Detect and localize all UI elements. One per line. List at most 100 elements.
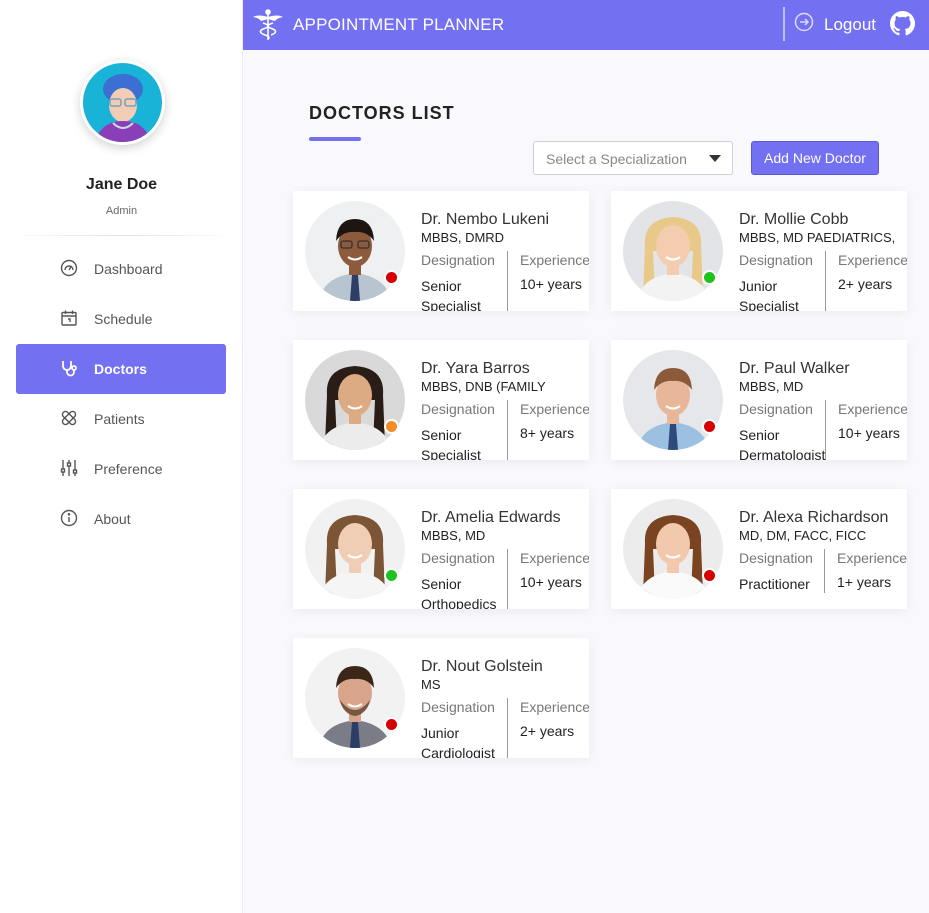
user-avatar-image [83, 63, 162, 142]
sidebar-item-patients[interactable]: Patients [16, 394, 226, 444]
availability-status-dot [384, 568, 399, 583]
card-divider [824, 549, 825, 593]
doctor-card[interactable]: Dr. Alexa Richardson MD, DM, FACC, FICC … [611, 489, 907, 609]
doctor-card[interactable]: Dr. Amelia Edwards MBBS, MD Designation … [293, 489, 589, 609]
logout-icon[interactable] [794, 12, 814, 32]
doctor-qualification: MBBS, MD [421, 528, 486, 543]
dashboard-gauge-icon [60, 259, 78, 277]
doctor-photo [623, 499, 723, 599]
card-divider [507, 400, 508, 460]
doctor-name[interactable]: Dr. Mollie Cobb [739, 211, 848, 229]
app-title: APPOINTMENT PLANNER [293, 15, 505, 34]
designation-label: Designation [739, 550, 813, 566]
availability-status-dot [702, 568, 717, 583]
sidebar-item-label: Schedule [94, 311, 153, 327]
sidebar-item-preference[interactable]: Preference [16, 444, 226, 494]
doctor-qualification: MBBS, DNB (FAMILY [421, 379, 546, 394]
sidebar-item-schedule[interactable]: Schedule [16, 294, 226, 344]
doctor-card[interactable]: Dr. Yara Barros MBBS, DNB (FAMILY Design… [293, 340, 589, 460]
doctor-qualification: MS [421, 677, 441, 692]
sidebar-item-doctors[interactable]: Doctors [16, 344, 226, 394]
doctor-name[interactable]: Dr. Paul Walker [739, 360, 850, 378]
doctor-card[interactable]: Dr. Nout Golstein MS Designation Experie… [293, 638, 589, 758]
page-title: DOCTORS LIST [309, 103, 455, 123]
sliders-icon [60, 460, 78, 476]
doctor-qualification: MBBS, MD [739, 379, 804, 394]
sidebar: Jane Doe Admin Dashboard Schedule Doctor… [0, 0, 243, 913]
doctor-experience: 2+ years [838, 276, 893, 292]
doctor-designation: Senior Dermatologist [739, 427, 826, 460]
doctor-qualification: MBBS, DMRD [421, 230, 505, 245]
availability-status-dot [384, 717, 399, 732]
doctor-designation: Junior Cardiologist [421, 725, 495, 758]
caduceus-logo-icon [253, 9, 283, 40]
designation-label: Designation [421, 550, 495, 566]
sidebar-nav: Dashboard Schedule Doctors Patients Pref… [16, 244, 226, 544]
doctor-card[interactable]: Dr. Paul Walker MBBS, MD Designation Exp… [611, 340, 907, 460]
sidebar-item-label: About [94, 511, 131, 527]
doctor-name[interactable]: Dr. Nembo Lukeni [421, 211, 549, 229]
doctor-photo [623, 201, 723, 301]
doctor-photo [305, 201, 405, 301]
info-icon [60, 509, 78, 527]
designation-label: Designation [739, 401, 813, 417]
availability-status-dot [384, 270, 399, 285]
doctor-photo [305, 648, 405, 748]
doctor-experience: 1+ years [837, 574, 892, 590]
availability-status-dot [702, 419, 717, 434]
card-divider [825, 400, 826, 460]
user-name: Jane Doe [85, 176, 158, 193]
doctor-designation: Senior Specialist [421, 278, 481, 311]
experience-label: Experience [838, 401, 907, 417]
designation-label: Designation [421, 401, 495, 417]
designation-label: Designation [739, 252, 813, 268]
experience-label: Experience [520, 252, 589, 268]
doctor-designation: Senior Orthopedics [421, 576, 497, 609]
designation-label: Designation [421, 699, 495, 715]
experience-label: Experience [837, 550, 907, 566]
top-bar-divider [783, 7, 785, 41]
doctor-photo [623, 350, 723, 450]
doctor-card[interactable]: Dr. Mollie Cobb MBBS, MD PAEDIATRICS, De… [611, 191, 907, 311]
doctor-designation: Practitioner [739, 576, 810, 592]
sidebar-item-label: Patients [94, 411, 145, 427]
github-icon[interactable] [890, 11, 915, 36]
doctor-name[interactable]: Dr. Amelia Edwards [421, 509, 561, 527]
doctor-experience: 10+ years [838, 425, 900, 441]
doctor-card[interactable]: Dr. Nembo Lukeni MBBS, DMRD Designation … [293, 191, 589, 311]
page-title-underline [309, 137, 361, 141]
sidebar-item-dashboard[interactable]: Dashboard [16, 244, 226, 294]
doctor-name[interactable]: Dr. Yara Barros [421, 360, 530, 378]
calendar-icon [61, 310, 77, 326]
designation-label: Designation [421, 252, 495, 268]
bandage-icon [61, 410, 77, 426]
sidebar-divider [22, 235, 222, 236]
doctor-experience: 2+ years [520, 723, 575, 739]
experience-label: Experience [520, 550, 589, 566]
sidebar-item-about[interactable]: About [16, 494, 226, 544]
user-role: Admin [105, 205, 138, 217]
doctor-name[interactable]: Dr. Nout Golstein [421, 658, 543, 676]
user-avatar[interactable] [80, 60, 165, 145]
doctor-photo [305, 350, 405, 450]
specialization-select[interactable]: Select a Specialization [533, 141, 733, 175]
card-divider [507, 251, 508, 311]
sidebar-item-label: Doctors [94, 361, 147, 377]
doctor-experience: 8+ years [520, 425, 575, 441]
card-divider [507, 549, 508, 609]
doctor-experience: 10+ years [520, 574, 582, 590]
doctor-qualification: MBBS, MD PAEDIATRICS, [739, 230, 896, 245]
specialization-select-placeholder: Select a Specialization [546, 151, 687, 167]
doctor-photo [305, 499, 405, 599]
experience-label: Experience [838, 252, 907, 268]
sidebar-item-label: Preference [94, 461, 163, 477]
chevron-down-icon [709, 155, 721, 162]
availability-status-dot [702, 270, 717, 285]
doctor-name[interactable]: Dr. Alexa Richardson [739, 509, 888, 527]
top-bar: APPOINTMENT PLANNER Logout [243, 0, 929, 50]
logout-button[interactable]: Logout [824, 15, 876, 35]
card-divider [825, 251, 826, 311]
add-new-doctor-button[interactable]: Add New Doctor [751, 141, 879, 175]
doctor-qualification: MD, DM, FACC, FICC [739, 528, 867, 543]
sidebar-item-label: Dashboard [94, 261, 163, 277]
